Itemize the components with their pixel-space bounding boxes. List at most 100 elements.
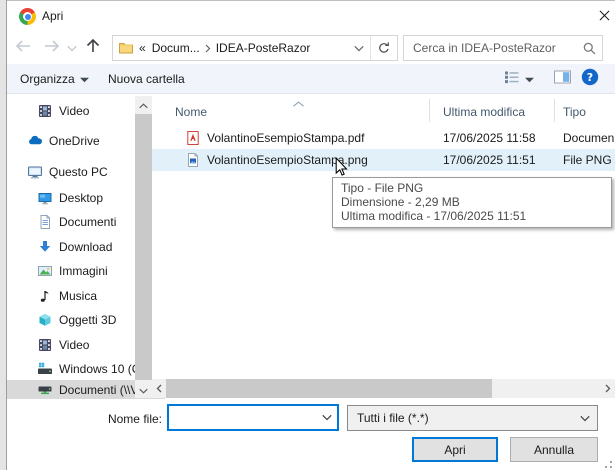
column-header-name[interactable]: Nome	[152, 105, 438, 119]
forward-button[interactable]	[42, 40, 61, 55]
mouse-cursor	[335, 157, 350, 181]
filename-combobox	[167, 404, 339, 431]
search-input[interactable]	[404, 41, 576, 55]
organize-button[interactable]: Organizza	[14, 64, 95, 93]
breadcrumb-parent[interactable]: Docum...	[149, 41, 203, 55]
tooltip-line-type: Tipo - File PNG	[341, 181, 603, 195]
list-view-icon	[504, 69, 520, 88]
breadcrumb-current[interactable]: IDEA-PosteRazor	[213, 41, 314, 55]
desktop-icon	[37, 190, 53, 206]
sidebar-item-questo-pc[interactable]: Questo PC	[7, 162, 155, 182]
background-strip	[0, 0, 7, 470]
sidebar-item-label: Download	[59, 240, 112, 254]
open-file-dialog: Apri « Docum... IDEA-PosteRazor Organizz…	[0, 0, 615, 470]
vertical-scrollbar-thumb[interactable]	[135, 114, 152, 380]
back-button[interactable]	[13, 40, 32, 55]
sidebar-item-label: Video	[59, 104, 89, 118]
sidebar-item-label: Questo PC	[49, 165, 108, 179]
column-divider[interactable]	[554, 99, 555, 122]
document-icon	[37, 214, 53, 230]
picture-icon	[37, 263, 53, 279]
up-arrow-icon	[85, 37, 101, 57]
filename-input[interactable]	[169, 411, 317, 425]
breadcrumb-separator-icon	[203, 44, 213, 53]
file-type: Documen	[558, 131, 615, 145]
filename-label: Nome file:	[98, 412, 162, 426]
search-icon[interactable]	[576, 41, 602, 56]
new-folder-label: Nuova cartella	[108, 72, 185, 86]
sidebar-item-label: Desktop	[59, 191, 103, 205]
address-dropdown-button[interactable]	[348, 36, 371, 60]
resize-grip[interactable]	[600, 456, 612, 468]
file-info-tooltip: Tipo - File PNG Dimensione - 2,29 MB Ult…	[332, 177, 612, 228]
computer-icon	[27, 164, 43, 180]
filetype-select[interactable]: Tutti i file (*.*)	[347, 405, 598, 431]
preview-pane-button[interactable]	[547, 64, 578, 93]
forward-arrow-icon	[43, 39, 61, 56]
close-icon	[599, 10, 610, 24]
chevron-down-icon[interactable]	[317, 414, 337, 421]
film-icon	[37, 337, 53, 353]
cancel-button-label: Annulla	[534, 443, 574, 457]
sidebar-item-label: Musica	[59, 289, 97, 303]
sidebar-item-label: Oggetti 3D	[59, 313, 116, 327]
cube-icon	[37, 312, 53, 328]
chevron-down-icon	[67, 41, 77, 55]
column-divider[interactable]	[429, 99, 430, 122]
sidebar-item-label: OneDrive	[49, 134, 100, 148]
search-box	[403, 35, 603, 61]
column-header-modified[interactable]: Ultima modifica	[438, 105, 558, 119]
drive-icon	[37, 361, 53, 377]
sidebar-item-label: Documenti (\\VE	[59, 383, 146, 397]
network-drive-icon	[37, 382, 53, 398]
column-label: Nome	[175, 105, 207, 119]
recent-locations-button[interactable]	[66, 44, 78, 52]
help-button[interactable]: ?	[575, 64, 605, 93]
file-row-png[interactable]: VolantinoEsempioStampa.png 17/06/2025 11…	[152, 149, 615, 171]
folder-icon	[113, 40, 136, 56]
column-label: Tipo	[563, 105, 586, 119]
cloud-icon	[27, 133, 43, 149]
refresh-button[interactable]	[371, 36, 397, 60]
sidebar-item-label: Video	[59, 338, 89, 352]
breadcrumb-overflow[interactable]: «	[136, 41, 149, 55]
back-arrow-icon	[14, 39, 32, 56]
sidebar-item-label: Documenti	[59, 215, 116, 229]
column-header-type[interactable]: Tipo	[558, 105, 615, 119]
chevron-down-icon	[573, 415, 597, 422]
cancel-button[interactable]: Annulla	[510, 437, 598, 462]
close-button[interactable]	[593, 9, 615, 25]
up-button[interactable]	[84, 38, 102, 56]
scroll-up-arrow[interactable]	[136, 99, 151, 113]
scroll-right-arrow[interactable]	[601, 381, 615, 396]
organize-label: Organizza	[20, 72, 75, 86]
title-bar: Apri	[7, 1, 615, 30]
new-folder-button[interactable]: Nuova cartella	[102, 64, 191, 93]
column-label: Ultima modifica	[443, 105, 525, 119]
sidebar-item-onedrive[interactable]: OneDrive	[7, 131, 155, 151]
file-modified: 17/06/2025 11:51	[438, 153, 558, 167]
open-button-label: Apri	[444, 443, 465, 457]
tooltip-line-size: Dimensione - 2,29 MB	[341, 195, 603, 209]
chevron-down-icon	[80, 72, 89, 86]
pdf-file-icon	[185, 130, 201, 146]
scroll-left-arrow[interactable]	[152, 381, 166, 396]
chevron-down-icon	[525, 72, 534, 86]
download-icon	[37, 239, 53, 255]
scroll-down-arrow[interactable]	[136, 384, 151, 398]
file-name: VolantinoEsempioStampa.pdf	[207, 131, 364, 145]
help-icon: ?	[581, 68, 599, 89]
breadcrumb: « Docum... IDEA-PosteRazor	[112, 35, 398, 61]
horizontal-scrollbar-thumb[interactable]	[166, 379, 492, 398]
filetype-selected-value: Tutti i file (*.*)	[348, 411, 573, 425]
sidebar-item-label: Immagini	[59, 264, 108, 278]
view-mode-button[interactable]	[498, 64, 540, 93]
window-title: Apri	[42, 9, 63, 23]
open-button[interactable]: Apri	[412, 437, 498, 462]
preview-pane-icon	[553, 69, 572, 88]
file-type: File PNG	[558, 153, 615, 167]
file-row-pdf[interactable]: VolantinoEsempioStampa.pdf 17/06/2025 11…	[152, 127, 615, 149]
film-icon	[37, 103, 53, 119]
png-file-icon	[185, 152, 201, 168]
column-header-row: Nome Ultima modifica Tipo	[152, 102, 615, 122]
